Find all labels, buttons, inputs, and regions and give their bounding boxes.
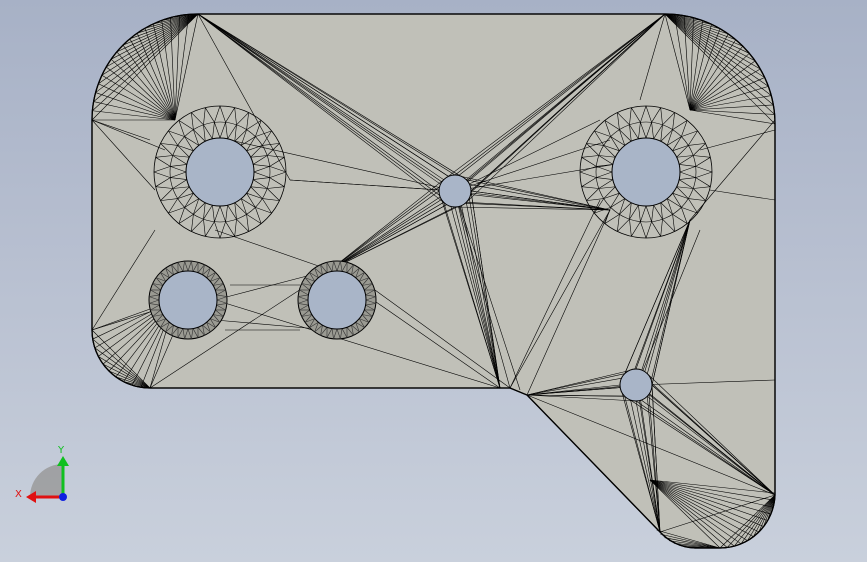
part-model[interactable] — [0, 0, 867, 562]
mounting-hole — [307, 270, 367, 330]
mounting-hole — [158, 270, 218, 330]
mounting-hole — [619, 368, 653, 402]
mounting-hole — [438, 174, 472, 208]
mounting-hole — [185, 137, 255, 207]
graphics-viewport[interactable]: Y X — [0, 0, 867, 562]
mounting-hole — [611, 137, 681, 207]
